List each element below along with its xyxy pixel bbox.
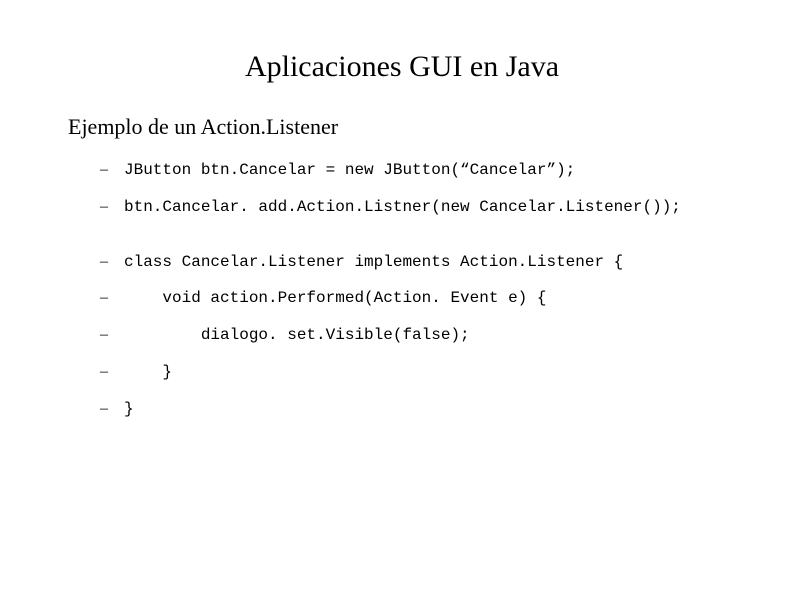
code-line: } <box>100 362 744 383</box>
blank-gap <box>100 234 744 252</box>
code-line: JButton btn.Cancelar = new JButton(“Canc… <box>100 160 744 181</box>
code-line: btn.Cancelar. add.Action.Listner(new Can… <box>100 197 744 218</box>
code-line: class Cancelar.Listener implements Actio… <box>100 252 744 273</box>
slide-subtitle: Ejemplo de un Action.Listener <box>68 114 744 140</box>
code-line: } <box>100 399 744 420</box>
slide-title: Aplicaciones GUI en Java <box>60 50 744 84</box>
slide-container: Aplicaciones GUI en Java Ejemplo de un A… <box>0 0 794 595</box>
code-list: JButton btn.Cancelar = new JButton(“Canc… <box>60 160 744 420</box>
code-line: void action.Performed(Action. Event e) { <box>100 288 744 309</box>
code-line: dialogo. set.Visible(false); <box>100 325 744 346</box>
